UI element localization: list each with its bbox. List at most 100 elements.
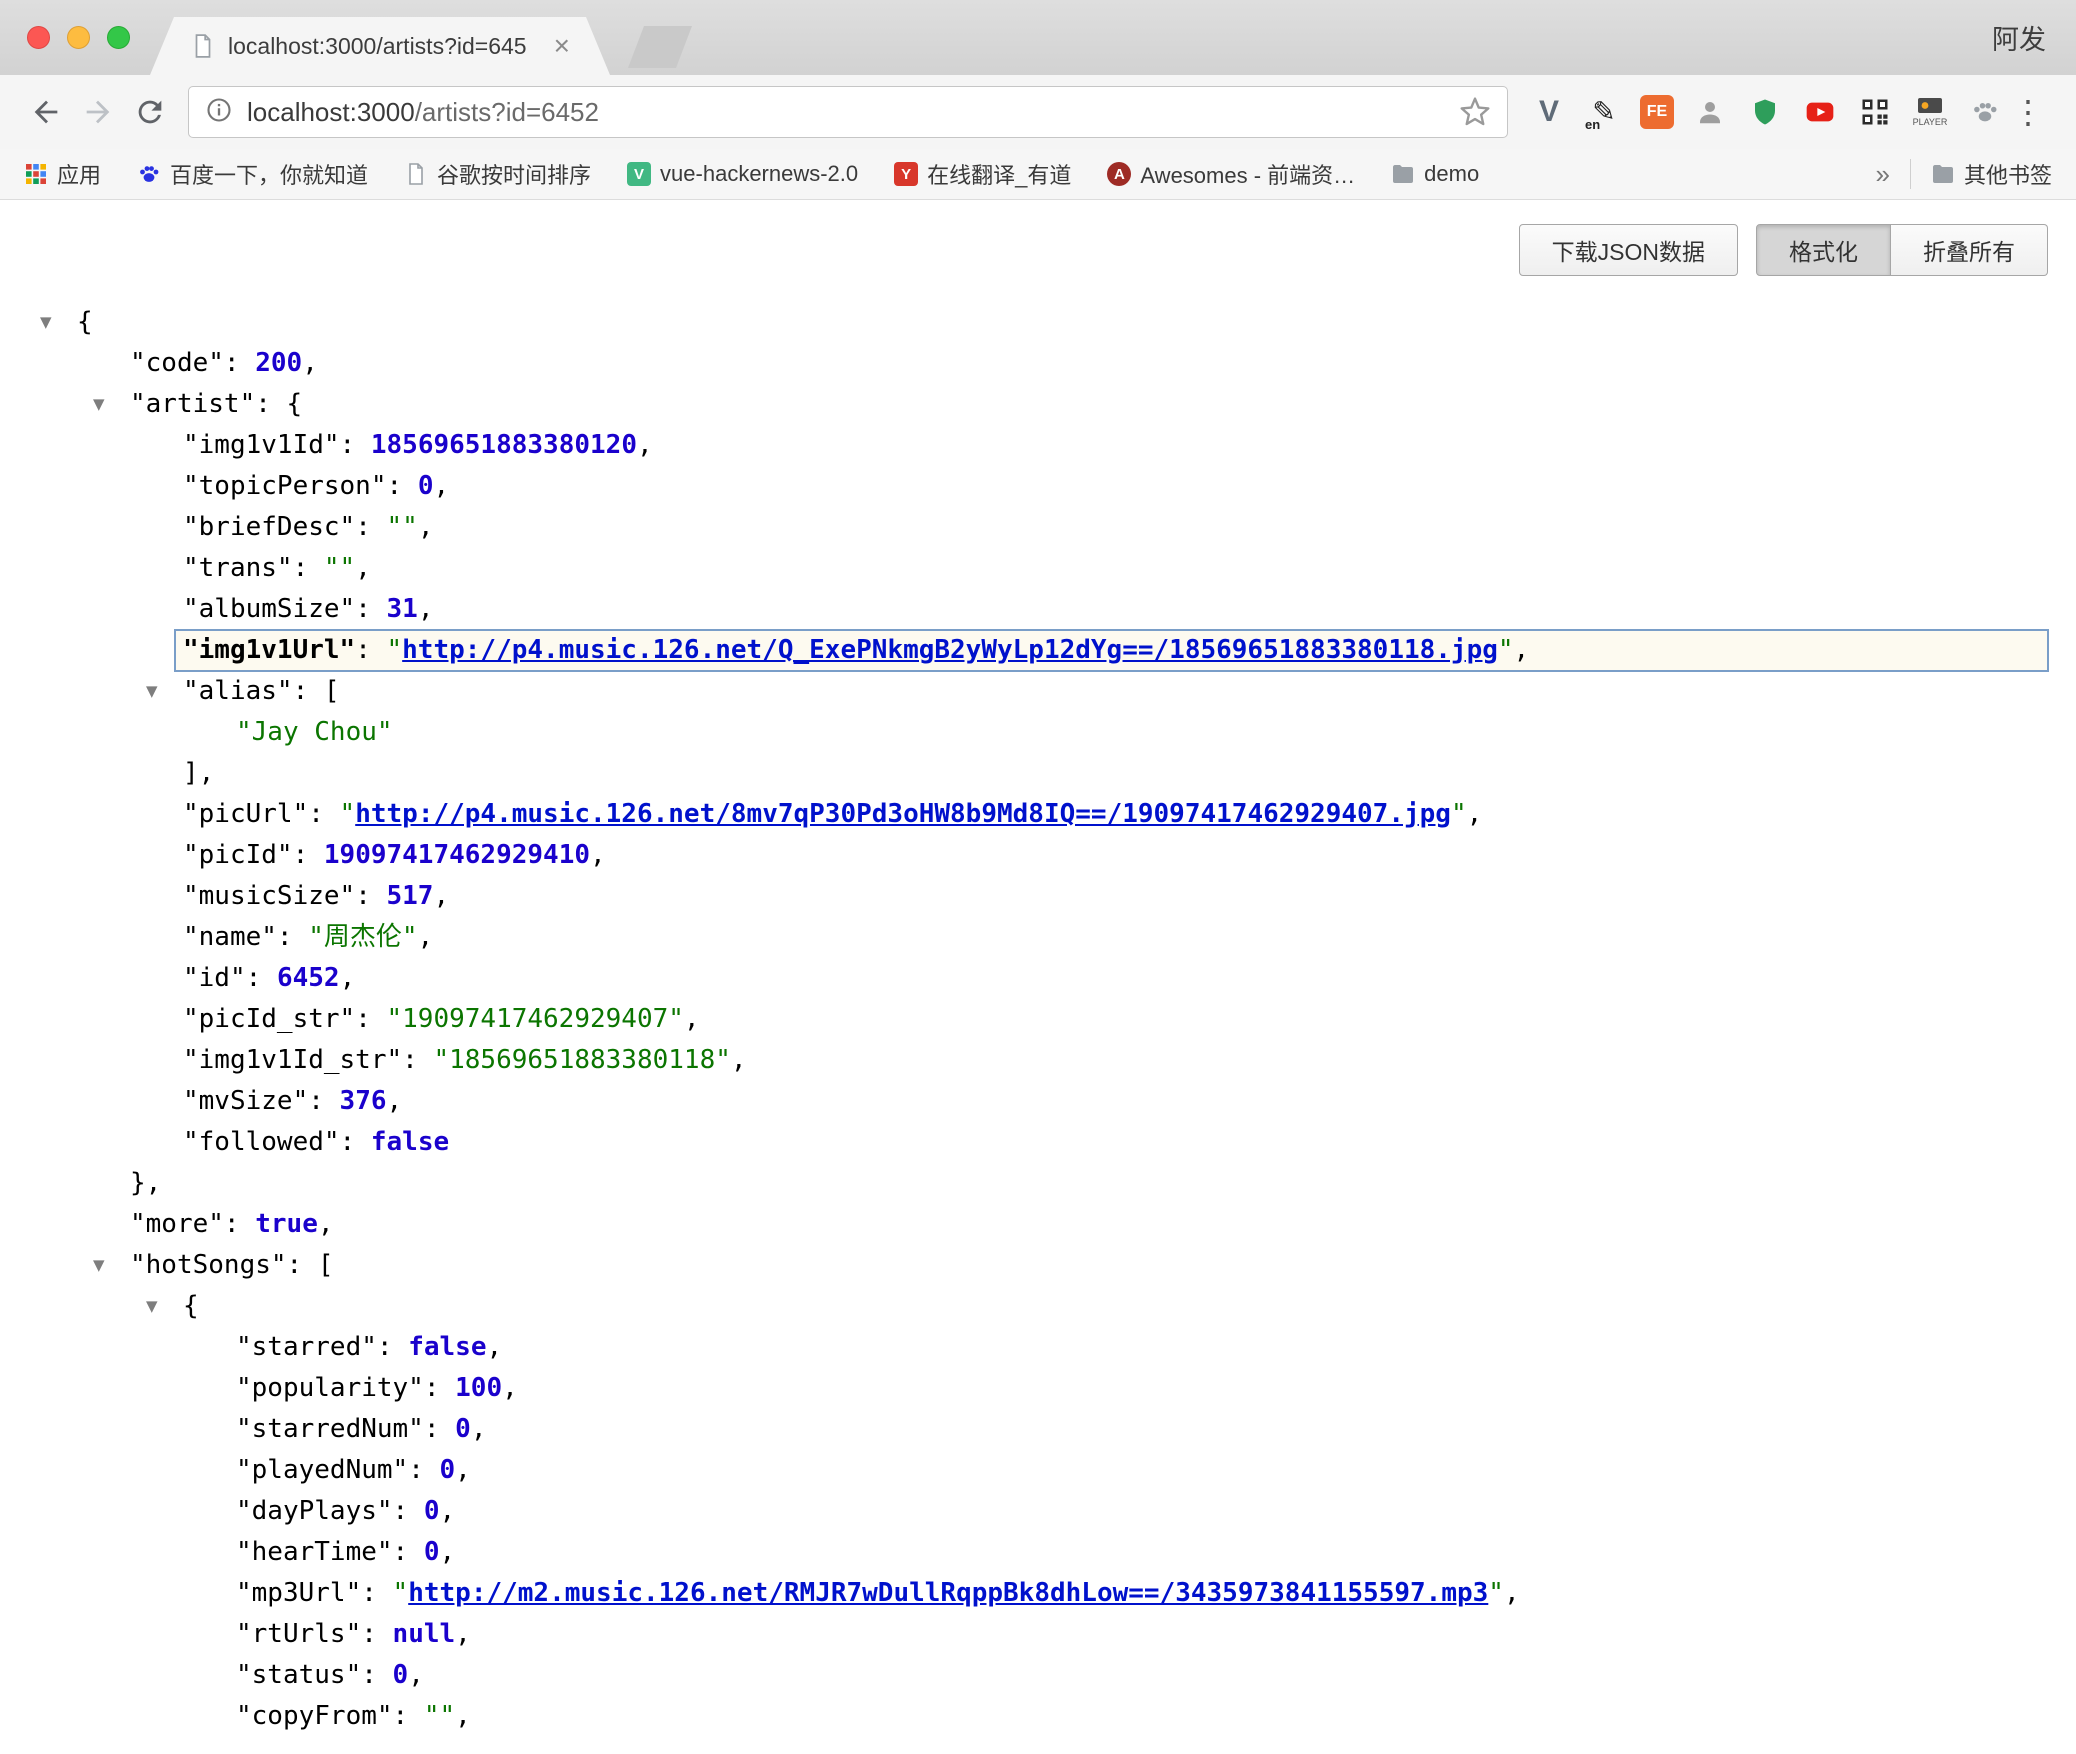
new-tab-button[interactable]	[628, 26, 692, 68]
collapse-toggle-icon[interactable]: ▼	[40, 302, 77, 343]
json-token: 0	[418, 471, 434, 501]
page-info-icon[interactable]	[205, 96, 233, 129]
json-line-content: "Jay Chou"	[236, 712, 2048, 753]
vimium-extension-icon[interactable]: V	[1530, 90, 1568, 134]
json-token: :	[355, 881, 386, 911]
player-extension-icon[interactable]: PLAYER	[1911, 90, 1949, 134]
json-token: ,	[440, 1537, 456, 1567]
json-url-link[interactable]: http://p4.music.126.net/8mv7qP30Pd3oHW8b…	[355, 799, 1451, 829]
fehelper-extension-icon[interactable]: FE	[1640, 95, 1674, 129]
page-content: 下载JSON数据 格式化 折叠所有 ▼{"code": 200,▼"artist…	[0, 200, 2076, 1754]
json-line: "hearTime": 0,	[0, 1532, 2076, 1573]
json-line: "starred": false,	[0, 1327, 2076, 1368]
json-line: "picId_str": "19097417462929407",	[0, 999, 2076, 1040]
json-line: "musicSize": 517,	[0, 876, 2076, 917]
bookmark-vue-hackernews[interactable]: V vue-hackernews-2.0	[627, 161, 858, 187]
gutter-spacer	[146, 835, 183, 876]
bookmark-label: Awesomes - 前端资…	[1140, 158, 1355, 190]
json-line-content: "albumSize": 31,	[183, 589, 2048, 630]
json-token: false	[371, 1127, 449, 1157]
browser-tab[interactable]: localhost:3000/artists?id=645 ×	[150, 17, 610, 75]
json-token: "trans"	[183, 553, 293, 583]
translate-pen-extension-icon[interactable]: ✎ en	[1585, 90, 1623, 134]
json-line-content: "copyFrom": "",	[236, 1696, 2048, 1737]
json-token: ,	[355, 553, 371, 583]
json-line-content: "followed": false	[183, 1122, 2048, 1163]
json-line: "mp3Url": "http://m2.music.126.net/RMJR7…	[0, 1573, 2076, 1614]
json-line: ▼"alias": [	[0, 671, 2076, 712]
format-button[interactable]: 格式化	[1756, 224, 1891, 276]
json-line-content: "trans": "",	[183, 548, 2048, 589]
forward-button[interactable]	[72, 86, 124, 138]
json-token: ,	[731, 1045, 747, 1075]
bookmark-awesomes[interactable]: A Awesomes - 前端资…	[1107, 158, 1355, 190]
json-token: ,	[418, 594, 434, 624]
json-token: "19097417462929407"	[387, 1004, 684, 1034]
json-token: ,	[440, 1496, 456, 1526]
json-line: "copyFrom": "",	[0, 1696, 2076, 1737]
bookmarks-overflow-chevron-icon[interactable]: »	[1876, 159, 1890, 190]
bookmark-star-icon[interactable]	[1459, 96, 1491, 128]
json-line-content: "mvSize": 376,	[183, 1081, 2048, 1122]
json-line: "trans": "",	[0, 548, 2076, 589]
contacts-extension-icon[interactable]	[1691, 90, 1729, 134]
tab-close-icon[interactable]: ×	[554, 32, 570, 60]
shield-extension-icon[interactable]	[1746, 90, 1784, 134]
json-url-link[interactable]: http://p4.music.126.net/Q_ExePNkmgB2yWyL…	[402, 635, 1498, 665]
json-token: "mvSize"	[183, 1086, 308, 1116]
back-button[interactable]	[20, 86, 72, 138]
json-token: :	[293, 553, 324, 583]
json-token: 200	[255, 348, 302, 378]
download-json-button[interactable]: 下载JSON数据	[1519, 224, 1738, 276]
json-token: :	[387, 471, 418, 501]
json-token: ,	[318, 1209, 334, 1239]
bookmark-google-sort[interactable]: 谷歌按时间排序	[404, 158, 591, 190]
browser-menu-icon[interactable]: ⋮	[2006, 93, 2050, 131]
gutter-spacer	[199, 712, 236, 753]
collapse-all-button[interactable]: 折叠所有	[1891, 224, 2048, 276]
close-window-button[interactable]	[27, 26, 50, 49]
awesomes-icon: A	[1107, 162, 1131, 186]
json-line-content: "briefDesc": "",	[183, 507, 2048, 548]
baidu-paw-icon	[137, 162, 161, 186]
json-token: :	[355, 1004, 386, 1034]
bookmark-apps[interactable]: 应用	[24, 158, 101, 190]
zoom-window-button[interactable]	[107, 26, 130, 49]
json-token: ,	[637, 430, 653, 460]
json-token: "img1v1Url"	[183, 635, 355, 665]
json-token: "starred"	[236, 1332, 377, 1362]
collapse-toggle-icon[interactable]: ▼	[93, 384, 130, 425]
json-token: : {	[255, 389, 302, 419]
reload-button[interactable]	[124, 86, 176, 138]
json-token: "	[393, 1578, 409, 1608]
json-line: ▼"hotSongs": [	[0, 1245, 2076, 1286]
bookmark-folder-demo[interactable]: demo	[1391, 161, 1479, 187]
json-token: :	[424, 1373, 455, 1403]
paw-extension-icon[interactable]	[1966, 90, 2004, 134]
profile-name[interactable]: 阿发	[1992, 0, 2046, 75]
minimize-window-button[interactable]	[67, 26, 90, 49]
qrcode-extension-icon[interactable]	[1856, 90, 1894, 134]
json-token: ,	[1467, 799, 1483, 829]
json-token: 517	[387, 881, 434, 911]
view-mode-segment: 格式化 折叠所有	[1756, 224, 2048, 276]
json-token: 0	[393, 1660, 409, 1690]
bookmark-baidu[interactable]: 百度一下，你就知道	[137, 158, 368, 190]
json-token: "	[340, 799, 356, 829]
json-line: "starredNum": 0,	[0, 1409, 2076, 1450]
collapse-toggle-icon[interactable]: ▼	[146, 671, 183, 712]
json-token: ,	[455, 1701, 471, 1731]
json-token: },	[130, 1168, 161, 1198]
youtube-extension-icon[interactable]	[1801, 90, 1839, 134]
json-line-content: ],	[183, 753, 2048, 794]
other-bookmarks-folder[interactable]: 其他书签	[1931, 158, 2052, 190]
bookmark-youdao-translate[interactable]: Y 在线翻译_有道	[894, 158, 1071, 190]
json-line-content: {	[183, 1286, 2048, 1327]
json-url-link[interactable]: http://m2.music.126.net/RMJR7wDullRqppBk…	[408, 1578, 1488, 1608]
json-token: :	[402, 1045, 433, 1075]
url-bar[interactable]: localhost:3000/artists?id=6452	[188, 86, 1508, 138]
collapse-toggle-icon[interactable]: ▼	[93, 1245, 130, 1286]
json-token: :	[277, 922, 308, 952]
json-line-content: "musicSize": 517,	[183, 876, 2048, 917]
collapse-toggle-icon[interactable]: ▼	[146, 1286, 183, 1327]
